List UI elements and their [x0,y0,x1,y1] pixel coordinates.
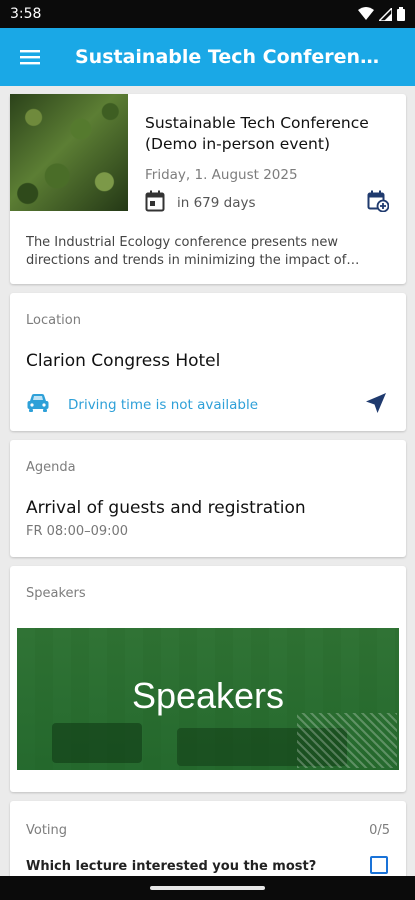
battery-icon [397,7,405,21]
banner-decoration [297,713,397,768]
event-card[interactable]: Sustainable Tech Conference (Demo in-per… [10,94,406,284]
voting-card[interactable]: Voting 0/5 Which lecture interested you … [10,801,406,876]
speakers-banner-text: Speakers [131,675,285,716]
navigate-icon[interactable] [365,392,387,414]
menu-icon [20,50,40,65]
calendar-icon [145,190,165,212]
voting-label: Voting [26,823,68,838]
status-time: 3:58 [10,6,42,22]
signal-icon [379,7,392,21]
speakers-banner[interactable]: Speakers [17,628,399,770]
app-bar-title: Sustainable Tech Conference (Demo in-per… [75,46,390,68]
event-thumbnail [10,94,128,211]
status-icons [358,7,405,21]
speakers-label: Speakers [26,586,86,601]
agenda-item-title: Arrival of guests and registration [26,498,306,518]
menu-button[interactable] [0,28,60,86]
speakers-card[interactable]: Speakers Speakers [10,566,406,792]
car-icon [27,394,49,412]
agenda-label: Agenda [26,460,76,475]
voting-count: 0/5 [369,823,390,838]
wifi-icon [358,7,374,20]
home-gesture-pill[interactable] [150,886,265,890]
banner-decoration [52,723,142,763]
add-calendar-icon[interactable] [367,190,389,212]
vote-checkbox[interactable] [370,856,388,874]
agenda-card[interactable]: Agenda Arrival of guests and registratio… [10,440,406,557]
event-title: Sustainable Tech Conference (Demo in-per… [145,114,369,153]
system-nav-bar [0,876,415,900]
app-bar: Sustainable Tech Conference (Demo in-per… [0,28,415,86]
location-card[interactable]: Location Clarion Congress Hotel Driving … [10,293,406,431]
event-countdown: in 679 days [177,195,256,211]
agenda-item-time: FR 08:00–09:00 [26,524,129,539]
location-label: Location [26,313,81,328]
voting-question: Which lecture interested you the most? [26,859,317,874]
driving-time-text: Driving time is not available [68,397,259,413]
event-date: Friday, 1. August 2025 [145,167,298,183]
scroll-content[interactable]: Sustainable Tech Conference (Demo in-per… [0,86,415,876]
location-name: Clarion Congress Hotel [26,351,221,371]
event-description: The Industrial Ecology conference presen… [26,235,347,268]
status-bar: 3:58 [0,0,415,28]
